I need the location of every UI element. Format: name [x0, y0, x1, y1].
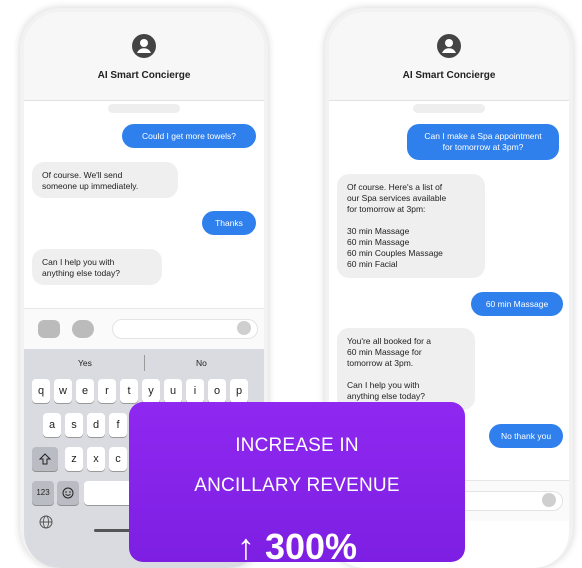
message-bubble-guest: Could I get more towels?	[122, 124, 256, 148]
message-bubble-guest: 60 min Massage	[471, 292, 563, 316]
suggestion-no[interactable]: No	[196, 358, 207, 368]
chat-title: AI Smart Concierge	[402, 70, 496, 81]
key-f[interactable]: f	[109, 413, 127, 437]
banner-line-2: ANCILLARY REVENUE	[194, 475, 400, 496]
camera-icon[interactable]	[38, 320, 60, 338]
key-a[interactable]: a	[43, 413, 61, 437]
emoji-key[interactable]	[57, 481, 79, 505]
key-y[interactable]: y	[142, 379, 160, 403]
key-o[interactable]: o	[208, 379, 226, 403]
banner-value: ↑ 300%	[236, 526, 358, 567]
shift-key[interactable]	[32, 447, 58, 471]
message-input-bar	[24, 308, 264, 349]
globe-icon[interactable]	[39, 515, 53, 529]
chat-title: AI Smart Concierge	[97, 70, 191, 81]
message-bubble-bot: You're all booked for a 60 min Massage f…	[337, 328, 475, 410]
key-c[interactable]: c	[109, 447, 127, 471]
key-u[interactable]: u	[164, 379, 182, 403]
banner-line-1: INCREASE IN	[235, 435, 359, 456]
key-p[interactable]: p	[230, 379, 248, 403]
key-i[interactable]: i	[186, 379, 204, 403]
message-bubble-guest: Can I make a Spa appointment for tomorro…	[407, 124, 559, 160]
key-r[interactable]: r	[98, 379, 116, 403]
message-bubble-bot: Of course. We'll send someone up immedia…	[32, 162, 178, 198]
key-s[interactable]: s	[65, 413, 83, 437]
date-pill	[108, 104, 180, 113]
send-arrow-icon[interactable]	[542, 493, 556, 507]
key-z[interactable]: z	[65, 447, 83, 471]
suggestion-divider	[144, 355, 145, 371]
send-arrow-icon[interactable]	[237, 321, 251, 335]
message-bubble-guest: No thank you	[489, 424, 563, 448]
key-t[interactable]: t	[120, 379, 138, 403]
key-w[interactable]: w	[54, 379, 72, 403]
message-bubble-bot: Of course. Here's a list of our Spa serv…	[337, 174, 485, 278]
chat-header: AI Smart Concierge	[329, 12, 569, 101]
key-x[interactable]: x	[87, 447, 105, 471]
emoji-icon	[62, 487, 74, 499]
numbers-key[interactable]: 123	[32, 481, 54, 505]
revenue-banner: INCREASE IN ANCILLARY REVENUE ↑ 300%	[129, 402, 465, 567]
appstore-icon[interactable]	[72, 320, 94, 338]
suggestion-yes[interactable]: Yes	[78, 358, 92, 368]
key-d[interactable]: d	[87, 413, 105, 437]
key-e[interactable]: e	[76, 379, 94, 403]
user-avatar-icon	[437, 34, 461, 58]
user-avatar-icon	[132, 34, 156, 58]
key-q[interactable]: q	[32, 379, 50, 403]
date-pill	[413, 104, 485, 113]
chat-header: AI Smart Concierge	[24, 12, 264, 101]
message-bubble-bot: Can I help you with anything else today?	[32, 249, 162, 285]
shift-icon	[38, 453, 52, 465]
message-bubble-guest: Thanks	[202, 211, 256, 235]
